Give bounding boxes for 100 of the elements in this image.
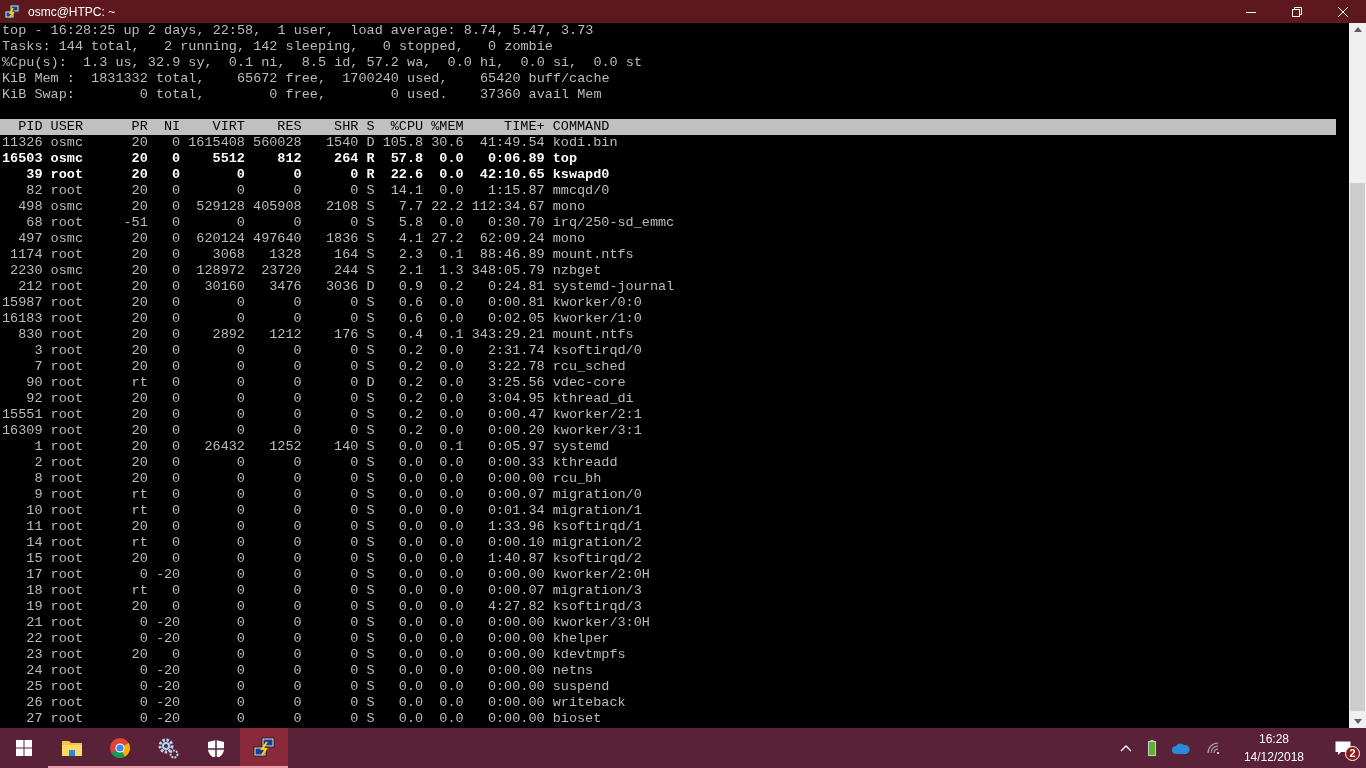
table-cell-text: 0 bbox=[171, 551, 181, 567]
table-cell-text: 0.0 bbox=[438, 695, 464, 711]
scroll-down-icon[interactable] bbox=[1353, 719, 1362, 724]
table-cell: kworker/3:1 bbox=[552, 423, 642, 439]
table-cell-text: root bbox=[50, 503, 84, 519]
table-cell-text: root bbox=[50, 551, 84, 567]
table-cell-text: 0:00.81 bbox=[486, 295, 545, 311]
table-cell-text: 0.0 bbox=[438, 167, 464, 183]
column-header: NI bbox=[162, 119, 181, 135]
table-cell: 30.6 bbox=[431, 135, 464, 151]
wifi-icon[interactable] bbox=[1205, 742, 1220, 754]
table-cell-text: 0.0 bbox=[397, 663, 424, 679]
table-cell: rcu_sched bbox=[552, 359, 626, 375]
table-cell: -20 bbox=[155, 631, 181, 647]
column-header: TIME+ bbox=[503, 119, 545, 135]
table-cell-text: 2230 bbox=[9, 263, 43, 279]
table-cell-text: 0 bbox=[349, 551, 359, 567]
table-cell-text: 0.9 bbox=[397, 279, 424, 295]
table-cell-text: 0.0 bbox=[397, 439, 424, 455]
table-cell: migration/3 bbox=[552, 583, 642, 599]
table-cell-text: 0.0 bbox=[438, 215, 464, 231]
table-cell-text: 20 bbox=[130, 135, 148, 151]
table-cell-text: 39 bbox=[25, 167, 43, 183]
table-cell-text: 20 bbox=[130, 439, 148, 455]
table-cell-text: 0 bbox=[292, 535, 302, 551]
table-cell-text: 0 bbox=[235, 295, 245, 311]
table-cell-text: 3 bbox=[33, 343, 43, 359]
table-cell-text: 0:24.81 bbox=[486, 279, 545, 295]
table-cell-text: 0 bbox=[349, 455, 359, 471]
table-cell-text: 26432 bbox=[203, 439, 245, 455]
table-cell-text: 0.2 bbox=[397, 359, 424, 375]
table-cell-text: 27 bbox=[25, 711, 43, 727]
table-cell-text: 0 bbox=[349, 503, 359, 519]
column-header: %MEM bbox=[431, 119, 464, 135]
table-cell-text: 0 bbox=[292, 423, 302, 439]
chevron-up-icon[interactable] bbox=[1119, 744, 1132, 752]
table-cell: mount.ntfs bbox=[552, 327, 634, 343]
table-cell-text: 0.0 bbox=[397, 695, 424, 711]
table-cell-text: 20 bbox=[130, 263, 148, 279]
table-cell-text: 0.0 bbox=[438, 663, 464, 679]
table-cell: nzbget bbox=[552, 263, 602, 279]
table-cell-text: 0 bbox=[349, 311, 359, 327]
table-cell-text: 0 bbox=[171, 311, 181, 327]
table-cell-text: rt bbox=[130, 503, 148, 519]
table-cell-text: 0 bbox=[171, 503, 181, 519]
table-cell: S bbox=[366, 407, 375, 423]
table-cell-text: 0 bbox=[138, 615, 148, 631]
table-cell-text: 20 bbox=[130, 407, 148, 423]
table-cell-text: rt bbox=[130, 487, 148, 503]
clock-date: 14/12/2018 bbox=[1243, 749, 1304, 766]
table-cell-text: root bbox=[50, 487, 84, 503]
battery-icon[interactable] bbox=[1147, 740, 1156, 756]
table-cell-text: 0.0 bbox=[397, 551, 424, 567]
table-cell-text: 0 bbox=[292, 295, 302, 311]
table-cell-text: 0 bbox=[235, 215, 245, 231]
table-cell: S bbox=[366, 695, 375, 711]
table-cell-text: 23 bbox=[25, 647, 43, 663]
taskbar-app[interactable] bbox=[240, 728, 288, 768]
table-cell-text: 0 bbox=[235, 471, 245, 487]
table-cell: S bbox=[366, 343, 375, 359]
table-cell-text: 0 bbox=[235, 183, 245, 199]
scroll-up-icon[interactable] bbox=[1353, 27, 1362, 32]
table-cell-text: 0 bbox=[235, 711, 245, 727]
table-cell-text: 0 bbox=[349, 375, 359, 391]
table-cell: bioset bbox=[552, 711, 602, 727]
table-cell-text: root bbox=[50, 615, 84, 631]
table-cell-text: 0 bbox=[292, 519, 302, 535]
table-cell-text: 0 bbox=[235, 375, 245, 391]
table-cell: S bbox=[366, 487, 375, 503]
table-cell-text: 0.0 bbox=[438, 407, 464, 423]
table-cell-text: 20 bbox=[130, 519, 148, 535]
notifications-button[interactable]: 2 bbox=[1328, 733, 1358, 763]
table-cell-text: 20 bbox=[130, 391, 148, 407]
table-cell-text: 1328 bbox=[268, 247, 302, 263]
clock[interactable]: 16:28 14/12/2018 bbox=[1243, 730, 1304, 766]
cloud-icon[interactable] bbox=[1171, 742, 1190, 754]
table-cell-text: 0 bbox=[349, 615, 359, 631]
table-cell-text: 20 bbox=[130, 183, 148, 199]
table-cell-text: root bbox=[50, 407, 84, 423]
window-title: osmc@HTPC: ~ bbox=[28, 3, 117, 21]
table-cell-text: 1:40.87 bbox=[486, 551, 545, 567]
column-header: RES bbox=[276, 119, 302, 135]
table-cell-text: 0.0 bbox=[397, 471, 424, 487]
table-cell-text: root bbox=[50, 311, 84, 327]
table-cell-text: 0 bbox=[171, 295, 181, 311]
table-cell-text: 20 bbox=[130, 327, 148, 343]
table-cell: 497640 bbox=[253, 231, 302, 247]
close-icon bbox=[1338, 6, 1348, 17]
table-cell-text: 0 bbox=[235, 311, 245, 327]
table-cell-text: root bbox=[50, 455, 84, 471]
table-cell-text: root bbox=[50, 183, 84, 199]
windows-icon bbox=[16, 740, 32, 756]
table-cell: S bbox=[366, 359, 375, 375]
scrollbar-thumb[interactable] bbox=[1350, 183, 1365, 711]
table-cell: writeback bbox=[552, 695, 626, 711]
table-cell-text: 0 bbox=[235, 599, 245, 615]
table-cell-text: 0 bbox=[171, 183, 181, 199]
table-cell-text: 0 bbox=[349, 471, 359, 487]
table-cell-text: 0 bbox=[292, 407, 302, 423]
table-cell-text: 0 bbox=[349, 167, 359, 183]
